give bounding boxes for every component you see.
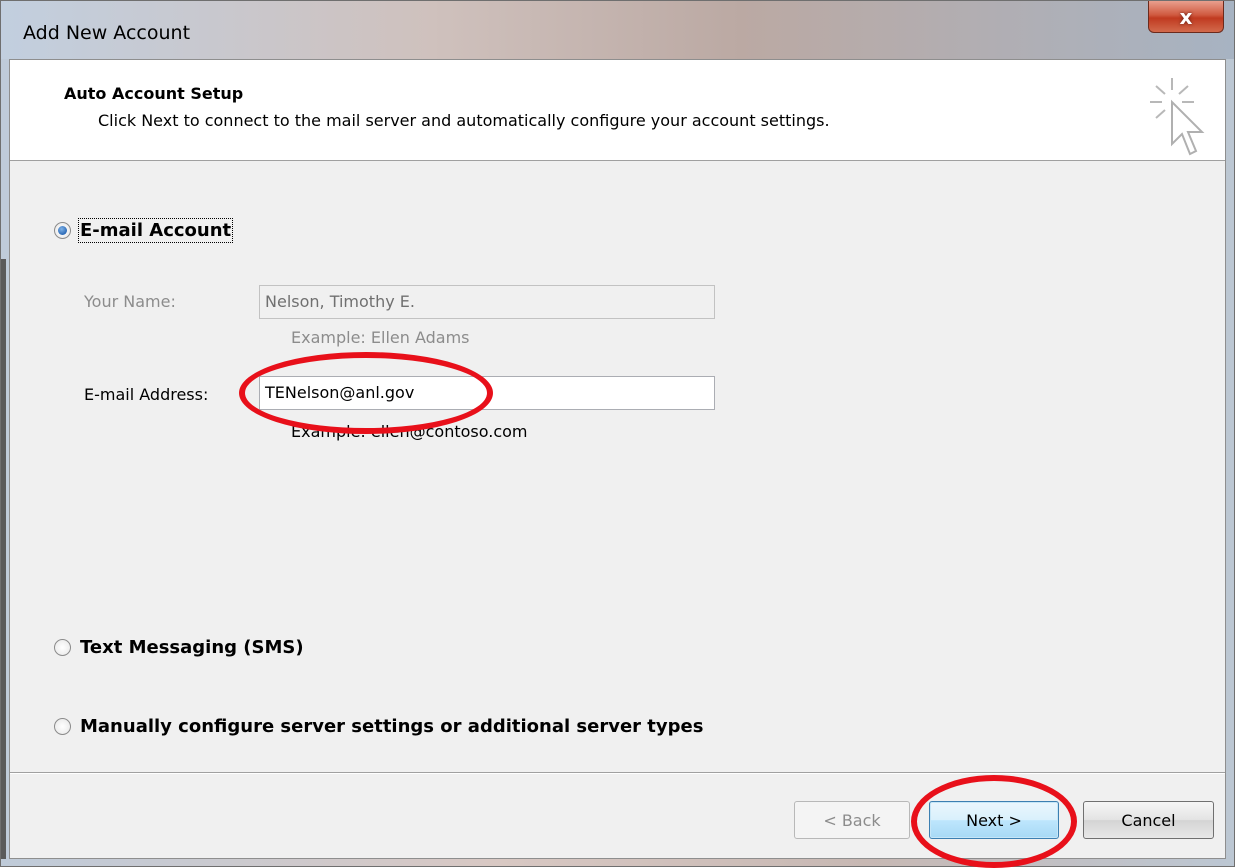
cancel-button[interactable]: Cancel [1083, 801, 1214, 839]
close-icon: x [1179, 4, 1193, 29]
window-title: Add New Account [23, 22, 191, 44]
close-button[interactable]: x [1148, 1, 1224, 33]
page-description: Click Next to connect to the mail server… [98, 111, 830, 130]
text-messaging-option[interactable]: Text Messaging (SMS) [54, 637, 304, 658]
dialog-window: Add New Account x Auto Account Setup Cli… [0, 0, 1235, 868]
text-messaging-radio[interactable] [54, 639, 71, 656]
button-separator [10, 772, 1225, 774]
email-account-label: E-mail Account [77, 218, 234, 243]
back-button[interactable]: < Back [794, 801, 910, 839]
dialog-client-area: Auto Account Setup Click Next to connect… [9, 59, 1226, 859]
next-button[interactable]: Next > [929, 801, 1059, 839]
email-account-option[interactable]: E-mail Account [54, 218, 234, 243]
manual-config-label: Manually configure server settings or ad… [80, 716, 704, 737]
your-name-label: Your Name: [84, 292, 176, 311]
text-messaging-label: Text Messaging (SMS) [80, 637, 304, 658]
title-bar: Add New Account x [1, 1, 1234, 59]
email-address-example: Example: ellen@contoso.com [291, 422, 528, 441]
cursor-sparkle-icon [1150, 78, 1205, 156]
manual-config-radio[interactable] [54, 718, 71, 735]
email-address-label: E-mail Address: [84, 385, 209, 404]
your-name-example: Example: Ellen Adams [291, 328, 470, 347]
email-address-field[interactable]: TENelson@anl.gov [259, 376, 715, 410]
window-edge [1, 259, 6, 859]
email-account-radio[interactable] [54, 222, 71, 239]
wizard-header: Auto Account Setup Click Next to connect… [10, 60, 1225, 161]
your-name-field[interactable]: Nelson, Timothy E. [259, 285, 715, 319]
manual-config-option[interactable]: Manually configure server settings or ad… [54, 716, 703, 737]
page-title: Auto Account Setup [64, 84, 244, 103]
